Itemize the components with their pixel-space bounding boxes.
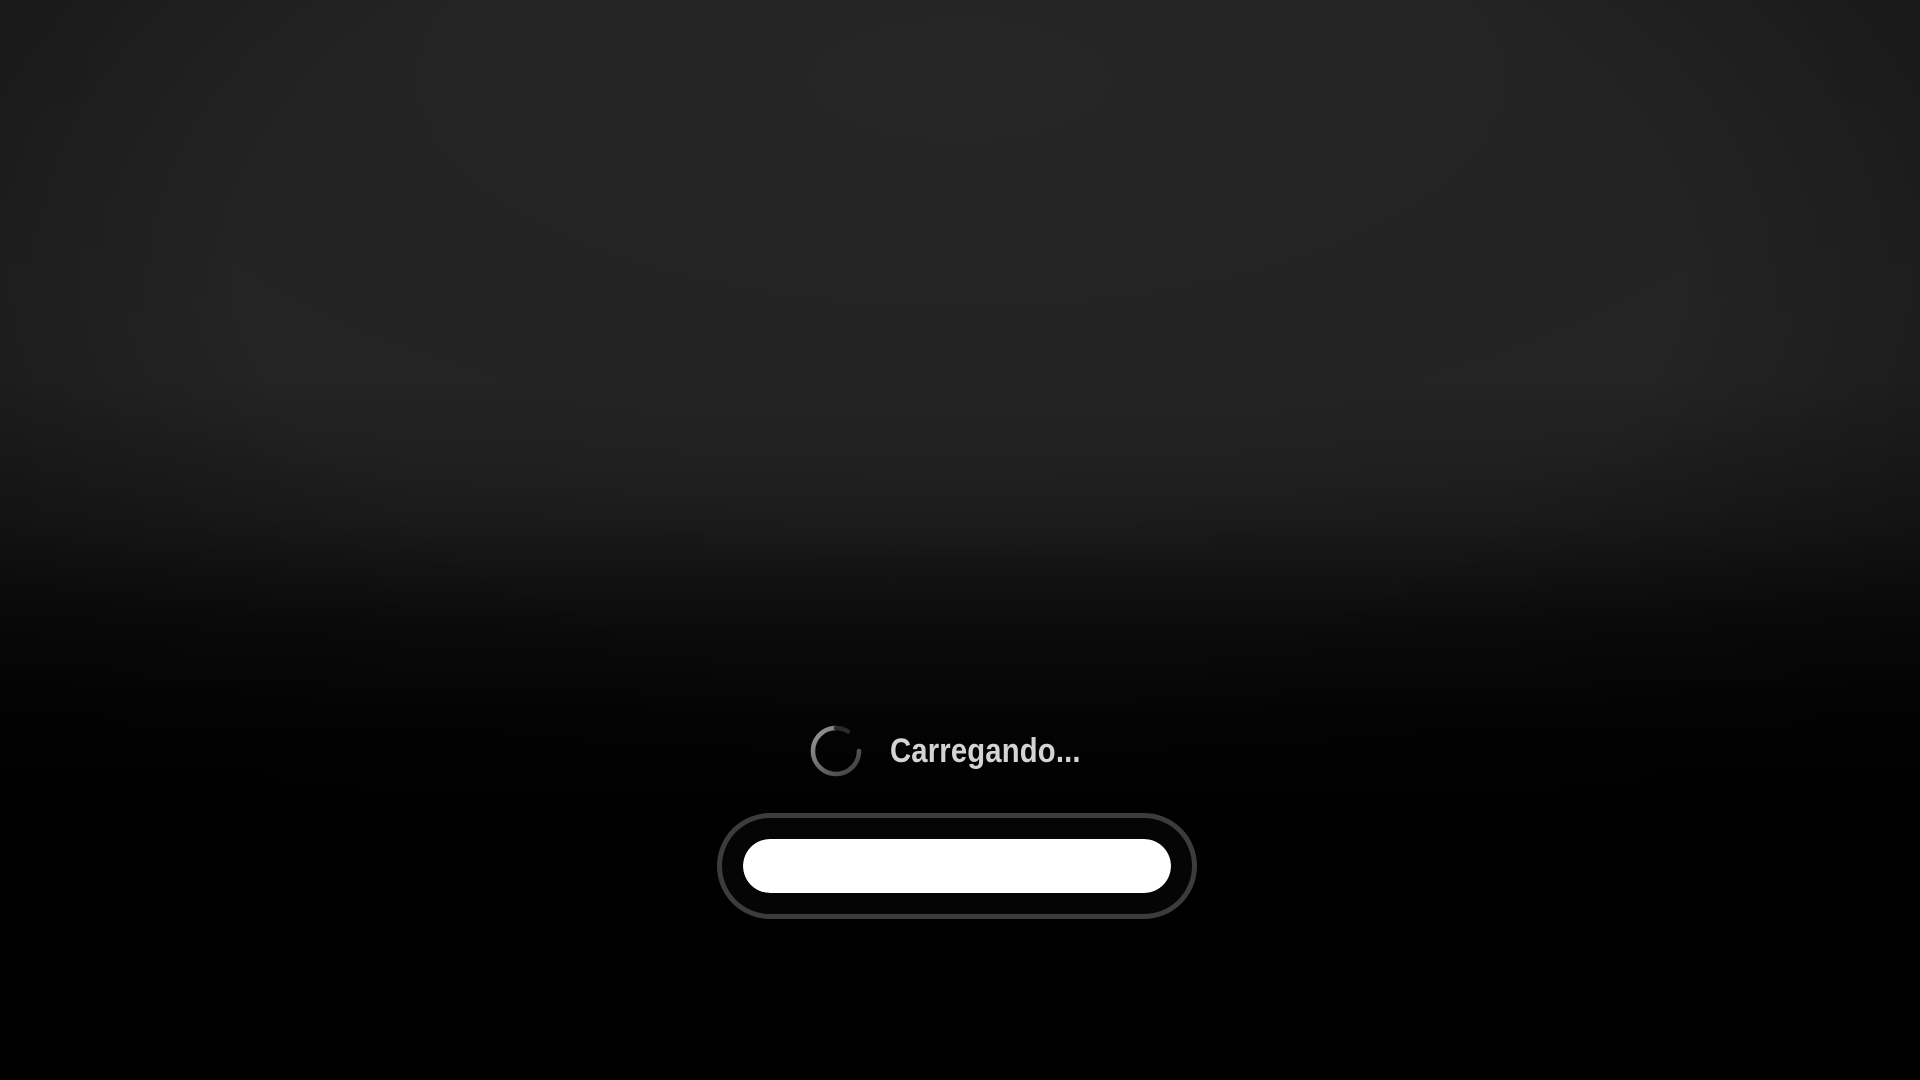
- loading-label: Carregando...: [890, 732, 1081, 770]
- loading-screen: Carregando...: [0, 0, 1920, 1080]
- loading-spinner-icon: [810, 725, 862, 777]
- progress-bar: [717, 813, 1197, 919]
- loading-indicator: Carregando...: [0, 720, 1920, 782]
- progress-bar-inner: [743, 839, 1171, 893]
- progress-bar-fill: [743, 839, 1171, 893]
